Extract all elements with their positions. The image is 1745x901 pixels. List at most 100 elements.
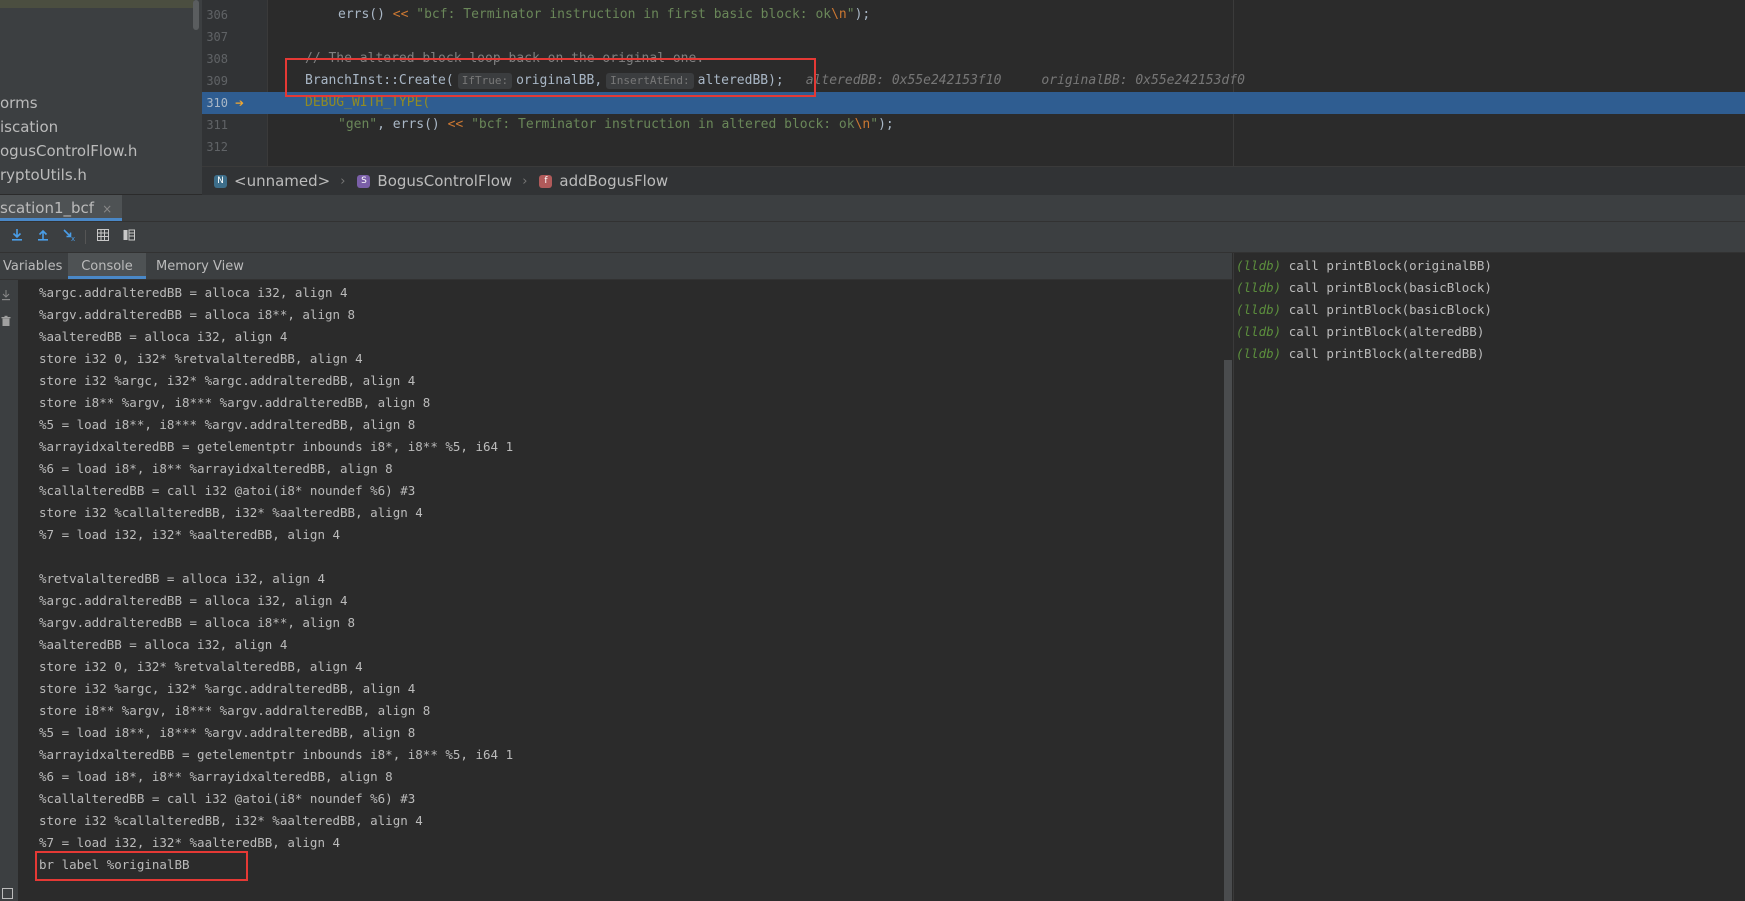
breadcrumb-label: BogusControlFlow: [377, 172, 513, 190]
run-to-cursor-icon[interactable]: x: [60, 228, 78, 246]
line-number[interactable]: 308: [202, 48, 228, 70]
code-line[interactable]: 309 BranchInst::Create(IfTrue: originalBB,…: [202, 70, 1745, 92]
close-icon[interactable]: ×: [102, 202, 112, 216]
console-line: store i32 %argc, i32* %argc.addralteredB…: [39, 373, 416, 388]
line-number[interactable]: 309: [202, 70, 228, 92]
inline-debug-value: alteredBB: 0x55e242153f10: [805, 73, 1002, 88]
code-line[interactable]: 311 "gen", errs() << "bcf: Terminator ins…: [202, 114, 1745, 136]
console-line: %6 = load i8*, i8** %arrayidxalteredBB, …: [39, 461, 393, 476]
console-scrollbar[interactable]: [1224, 360, 1232, 901]
console-line: %callalteredBB = call i32 @atoi(i8* noun…: [39, 483, 416, 498]
console-line: %argc.addralteredBB = alloca i32, align …: [39, 593, 348, 608]
code-text: BranchInst::Create(IfTrue: originalBB, Ins…: [305, 70, 1245, 92]
lldb-command: call printBlock(alteredBB): [1288, 346, 1485, 361]
console-line: %argv.addralteredBB = alloca i8**, align…: [39, 307, 356, 322]
lldb-prompt: (lldb): [1236, 258, 1282, 273]
code-token: <<: [392, 7, 409, 22]
line-number[interactable]: 307: [202, 26, 228, 48]
line-number[interactable]: 310: [202, 92, 228, 114]
code-line[interactable]: 312: [202, 136, 1745, 158]
console-line: %argv.addralteredBB = alloca i8**, align…: [39, 615, 356, 630]
console-line: store i32 0, i32* %retvalalteredBB, alig…: [39, 659, 363, 674]
inline-debug-value: originalBB: 0x55e242153df0: [1041, 73, 1245, 88]
breadcrumb-struct[interactable]: S BogusControlFlow ›: [357, 172, 527, 190]
breadcrumb: N <unnamed> › S BogusControlFlow › f add…: [202, 166, 1745, 195]
lldb-prompt: (lldb): [1236, 324, 1282, 339]
scroll-to-end-icon[interactable]: [0, 286, 14, 301]
code-text: errs() << "bcf: Terminator instruction i…: [338, 4, 870, 26]
code-token: DEBUG_WITH_TYPE(: [305, 95, 431, 110]
breadcrumb-namespace[interactable]: N <unnamed> ›: [214, 172, 345, 190]
console-line: %callalteredBB = call i32 @atoi(i8* noun…: [39, 791, 416, 806]
code-line[interactable]: 310 ➔ DEBUG_WITH_TYPE(: [202, 92, 1745, 114]
code-editor[interactable]: 306 errs() << "bcf: Terminator instructio…: [202, 0, 1745, 166]
toolbar-separator: [85, 230, 86, 244]
tab-variables[interactable]: Variables: [3, 253, 62, 279]
code-token: "bcf: Terminator instruction in altered …: [463, 117, 855, 132]
code-line[interactable]: 308 // The altered block loop back on the…: [202, 48, 1745, 70]
tab-console[interactable]: Console: [68, 253, 146, 279]
console-line: %aalteredBB = alloca i32, align 4: [39, 637, 288, 652]
project-tree: orms iscation ogusControlFlow.h ryptoUti…: [0, 0, 202, 194]
lldb-prompt: (lldb): [1236, 280, 1282, 295]
layout-icon[interactable]: [120, 228, 138, 246]
lldb-prompt: (lldb): [1236, 346, 1282, 361]
step-out-icon[interactable]: [34, 228, 52, 246]
debug-session-label: scation1_bcf: [0, 199, 95, 217]
console-line: %5 = load i8**, i8*** %argv.addralteredB…: [39, 417, 416, 432]
console-line: br label %originalBB: [39, 857, 190, 872]
console-output[interactable]: %argc.addralteredBB = alloca i32, align …: [18, 280, 1224, 901]
arrow-right-icon: ➔: [235, 94, 245, 112]
debug-toolbar: x: [0, 222, 1745, 253]
code-token: // The altered block loop back on the or…: [305, 51, 705, 66]
tab-memory-view[interactable]: Memory View: [156, 253, 244, 279]
code-token: ": [846, 7, 855, 22]
trash-icon[interactable]: [0, 312, 14, 326]
code-token: BranchInst::Create(: [305, 73, 454, 88]
code-line[interactable]: 306 errs() << "bcf: Terminator instructio…: [202, 4, 1745, 26]
console-line: store i32 %callalteredBB, i32* %aaltered…: [39, 505, 423, 520]
lldb-line: (lldb) call printBlock(basicBlock): [1236, 299, 1492, 321]
lldb-line: (lldb) call printBlock(originalBB): [1236, 255, 1492, 277]
code-token: <<: [447, 117, 464, 132]
project-tree-scrollbar[interactable]: [193, 0, 199, 30]
tree-item[interactable]: ryptoUtils.h: [0, 162, 87, 188]
tree-item[interactable]: orms: [0, 90, 38, 116]
code-token: );: [854, 7, 871, 22]
namespace-icon: N: [214, 174, 227, 188]
code-token: ": [870, 117, 879, 132]
console-line: %arrayidxalteredBB = getelementptr inbou…: [39, 747, 514, 762]
console-line: %retvalalteredBB = alloca i32, align 4: [39, 571, 325, 586]
parameter-hint: IfTrue:: [457, 73, 513, 89]
tree-item[interactable]: ogusControlFlow.h: [0, 138, 137, 164]
lldb-command: call printBlock(alteredBB): [1288, 324, 1485, 339]
code-token: \n: [831, 7, 847, 22]
code-text: DEBUG_WITH_TYPE(: [305, 92, 430, 114]
console-line: %6 = load i8*, i8** %arrayidxalteredBB, …: [39, 769, 393, 784]
line-number[interactable]: 311: [202, 114, 228, 136]
debugger-sub-tabs: Variables Console Memory View: [0, 253, 1232, 280]
debug-session-tab[interactable]: scation1_bcf ×: [0, 195, 123, 221]
console-side-toolbar: [0, 280, 18, 901]
tree-item[interactable]: iscation: [0, 114, 58, 140]
console-line: store i32 0, i32* %retvalalteredBB, alig…: [39, 351, 363, 366]
console-input-cursor[interactable]: [2, 888, 13, 899]
lldb-line: (lldb) call printBlock(basicBlock): [1236, 277, 1492, 299]
breadcrumb-function[interactable]: f addBogusFlow: [539, 172, 668, 190]
code-text: "gen", errs() << "bcf: Terminator instru…: [338, 114, 894, 136]
lldb-prompt: (lldb): [1236, 302, 1282, 317]
lldb-console[interactable]: (lldb) call printBlock(originalBB) (lldb)…: [1233, 253, 1745, 901]
lldb-line: (lldb) call printBlock(alteredBB): [1236, 343, 1484, 365]
code-line[interactable]: 307: [202, 26, 1745, 48]
struct-icon: S: [357, 174, 371, 188]
console-line: %7 = load i32, i32* %aalteredBB, align 4: [39, 835, 341, 850]
lldb-line: (lldb) call printBlock(alteredBB): [1236, 321, 1484, 343]
selected-row[interactable]: [0, 0, 194, 8]
breadcrumb-label: <unnamed>: [234, 172, 331, 190]
evaluate-icon[interactable]: [94, 228, 112, 246]
line-number[interactable]: 312: [202, 136, 228, 158]
debug-tab-strip: scation1_bcf ×: [0, 195, 1745, 222]
line-number[interactable]: 306: [202, 4, 228, 26]
lldb-command: call printBlock(basicBlock): [1288, 280, 1492, 295]
step-into-icon[interactable]: [8, 228, 26, 246]
